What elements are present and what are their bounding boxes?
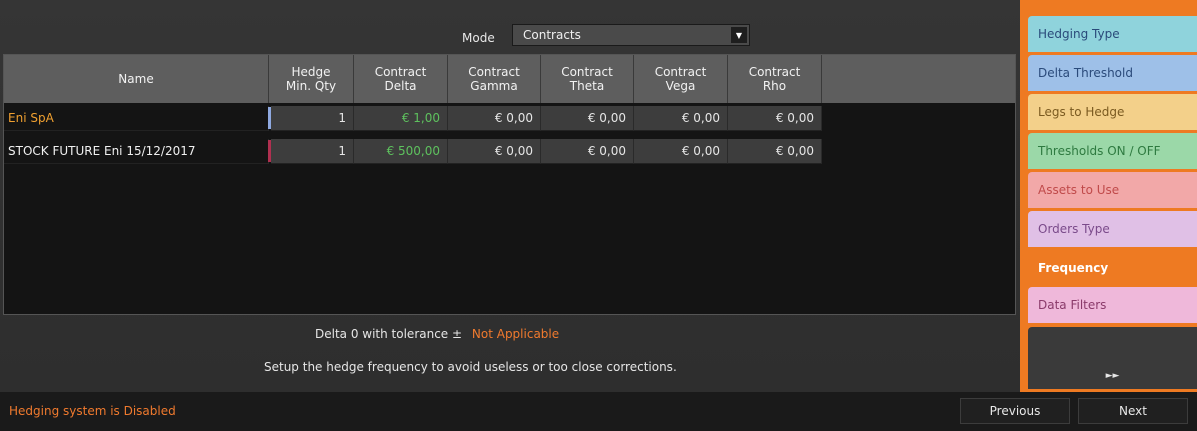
- cell-vega: € 0,00: [634, 106, 728, 131]
- table-row[interactable]: Eni SpA 1 € 1,00 € 0,00 € 0,00 € 0,00 € …: [4, 106, 822, 132]
- cell-theta: € 0,00: [541, 106, 634, 131]
- tolerance-label: Delta 0 with tolerance ±: [315, 327, 463, 341]
- row-name: Eni SpA: [8, 111, 54, 125]
- column-header-contract-vega[interactable]: Contract Vega: [634, 55, 728, 103]
- cell-name: Eni SpA: [4, 106, 269, 131]
- tab-orders-type[interactable]: Orders Type: [1028, 211, 1197, 247]
- tab-assets-to-use[interactable]: Assets to Use: [1028, 172, 1197, 208]
- mode-select[interactable]: Contracts ▼: [512, 24, 750, 46]
- main-panel: Mode Contracts ▼ Name Hedge Min. Qty Con…: [0, 0, 1020, 392]
- cell-qty[interactable]: 1: [271, 106, 354, 131]
- dropdown-arrow-icon[interactable]: ▼: [731, 27, 747, 43]
- cell-gamma: € 0,00: [448, 106, 541, 131]
- mode-label: Mode: [462, 31, 495, 45]
- tab-data-filters[interactable]: Data Filters: [1028, 287, 1197, 323]
- table-header: Name Hedge Min. Qty Contract Delta Contr…: [4, 55, 1015, 103]
- tolerance-line: Delta 0 with tolerance ± Not Applicable: [315, 327, 559, 341]
- column-header-contract-gamma[interactable]: Contract Gamma: [448, 55, 541, 103]
- column-header-contract-rho[interactable]: Contract Rho: [728, 55, 822, 103]
- contracts-table: Name Hedge Min. Qty Contract Delta Contr…: [3, 54, 1016, 315]
- tab-frequency[interactable]: Frequency: [1028, 250, 1197, 286]
- frequency-hint: Setup the hedge frequency to avoid usele…: [264, 360, 677, 374]
- column-header-hedge-min-qty[interactable]: Hedge Min. Qty: [269, 55, 354, 103]
- tab-delta-threshold[interactable]: Delta Threshold: [1028, 55, 1197, 91]
- wizard-sidebar: Hedging Type Delta Threshold Legs to Hed…: [1020, 0, 1197, 392]
- tab-legs-to-hedge[interactable]: Legs to Hedge: [1028, 94, 1197, 130]
- cell-delta: € 1,00: [354, 106, 448, 131]
- table-row[interactable]: STOCK FUTURE Eni 15/12/2017 1 € 500,00 €…: [4, 139, 822, 165]
- cell-vega: € 0,00: [634, 139, 728, 164]
- cell-qty[interactable]: 1: [271, 139, 354, 164]
- column-header-contract-delta[interactable]: Contract Delta: [354, 55, 448, 103]
- double-chevron-right-icon: ►►: [1105, 371, 1120, 381]
- mode-select-value: Contracts: [523, 28, 581, 42]
- cell-rho: € 0,00: [728, 139, 822, 164]
- cell-gamma: € 0,00: [448, 139, 541, 164]
- mode-row: Mode Contracts ▼: [0, 22, 1020, 52]
- tab-thresholds-on-off[interactable]: Thresholds ON / OFF: [1028, 133, 1197, 169]
- tolerance-value: Not Applicable: [471, 327, 560, 341]
- cell-delta: € 500,00: [354, 139, 448, 164]
- hedging-status: Hedging system is Disabled: [9, 404, 176, 418]
- next-button[interactable]: Next: [1078, 398, 1188, 424]
- tab-hedging-type[interactable]: Hedging Type: [1028, 16, 1197, 52]
- row-name: STOCK FUTURE Eni 15/12/2017: [8, 144, 196, 158]
- cell-rho: € 0,00: [728, 106, 822, 131]
- status-bar: Hedging system is Disabled Previous Next: [0, 392, 1197, 431]
- column-header-name[interactable]: Name: [4, 55, 269, 103]
- previous-button[interactable]: Previous: [960, 398, 1070, 424]
- cell-theta: € 0,00: [541, 139, 634, 164]
- column-header-contract-theta[interactable]: Contract Theta: [541, 55, 634, 103]
- more-tabs-button[interactable]: ►►: [1028, 327, 1197, 389]
- cell-name: STOCK FUTURE Eni 15/12/2017: [4, 139, 269, 164]
